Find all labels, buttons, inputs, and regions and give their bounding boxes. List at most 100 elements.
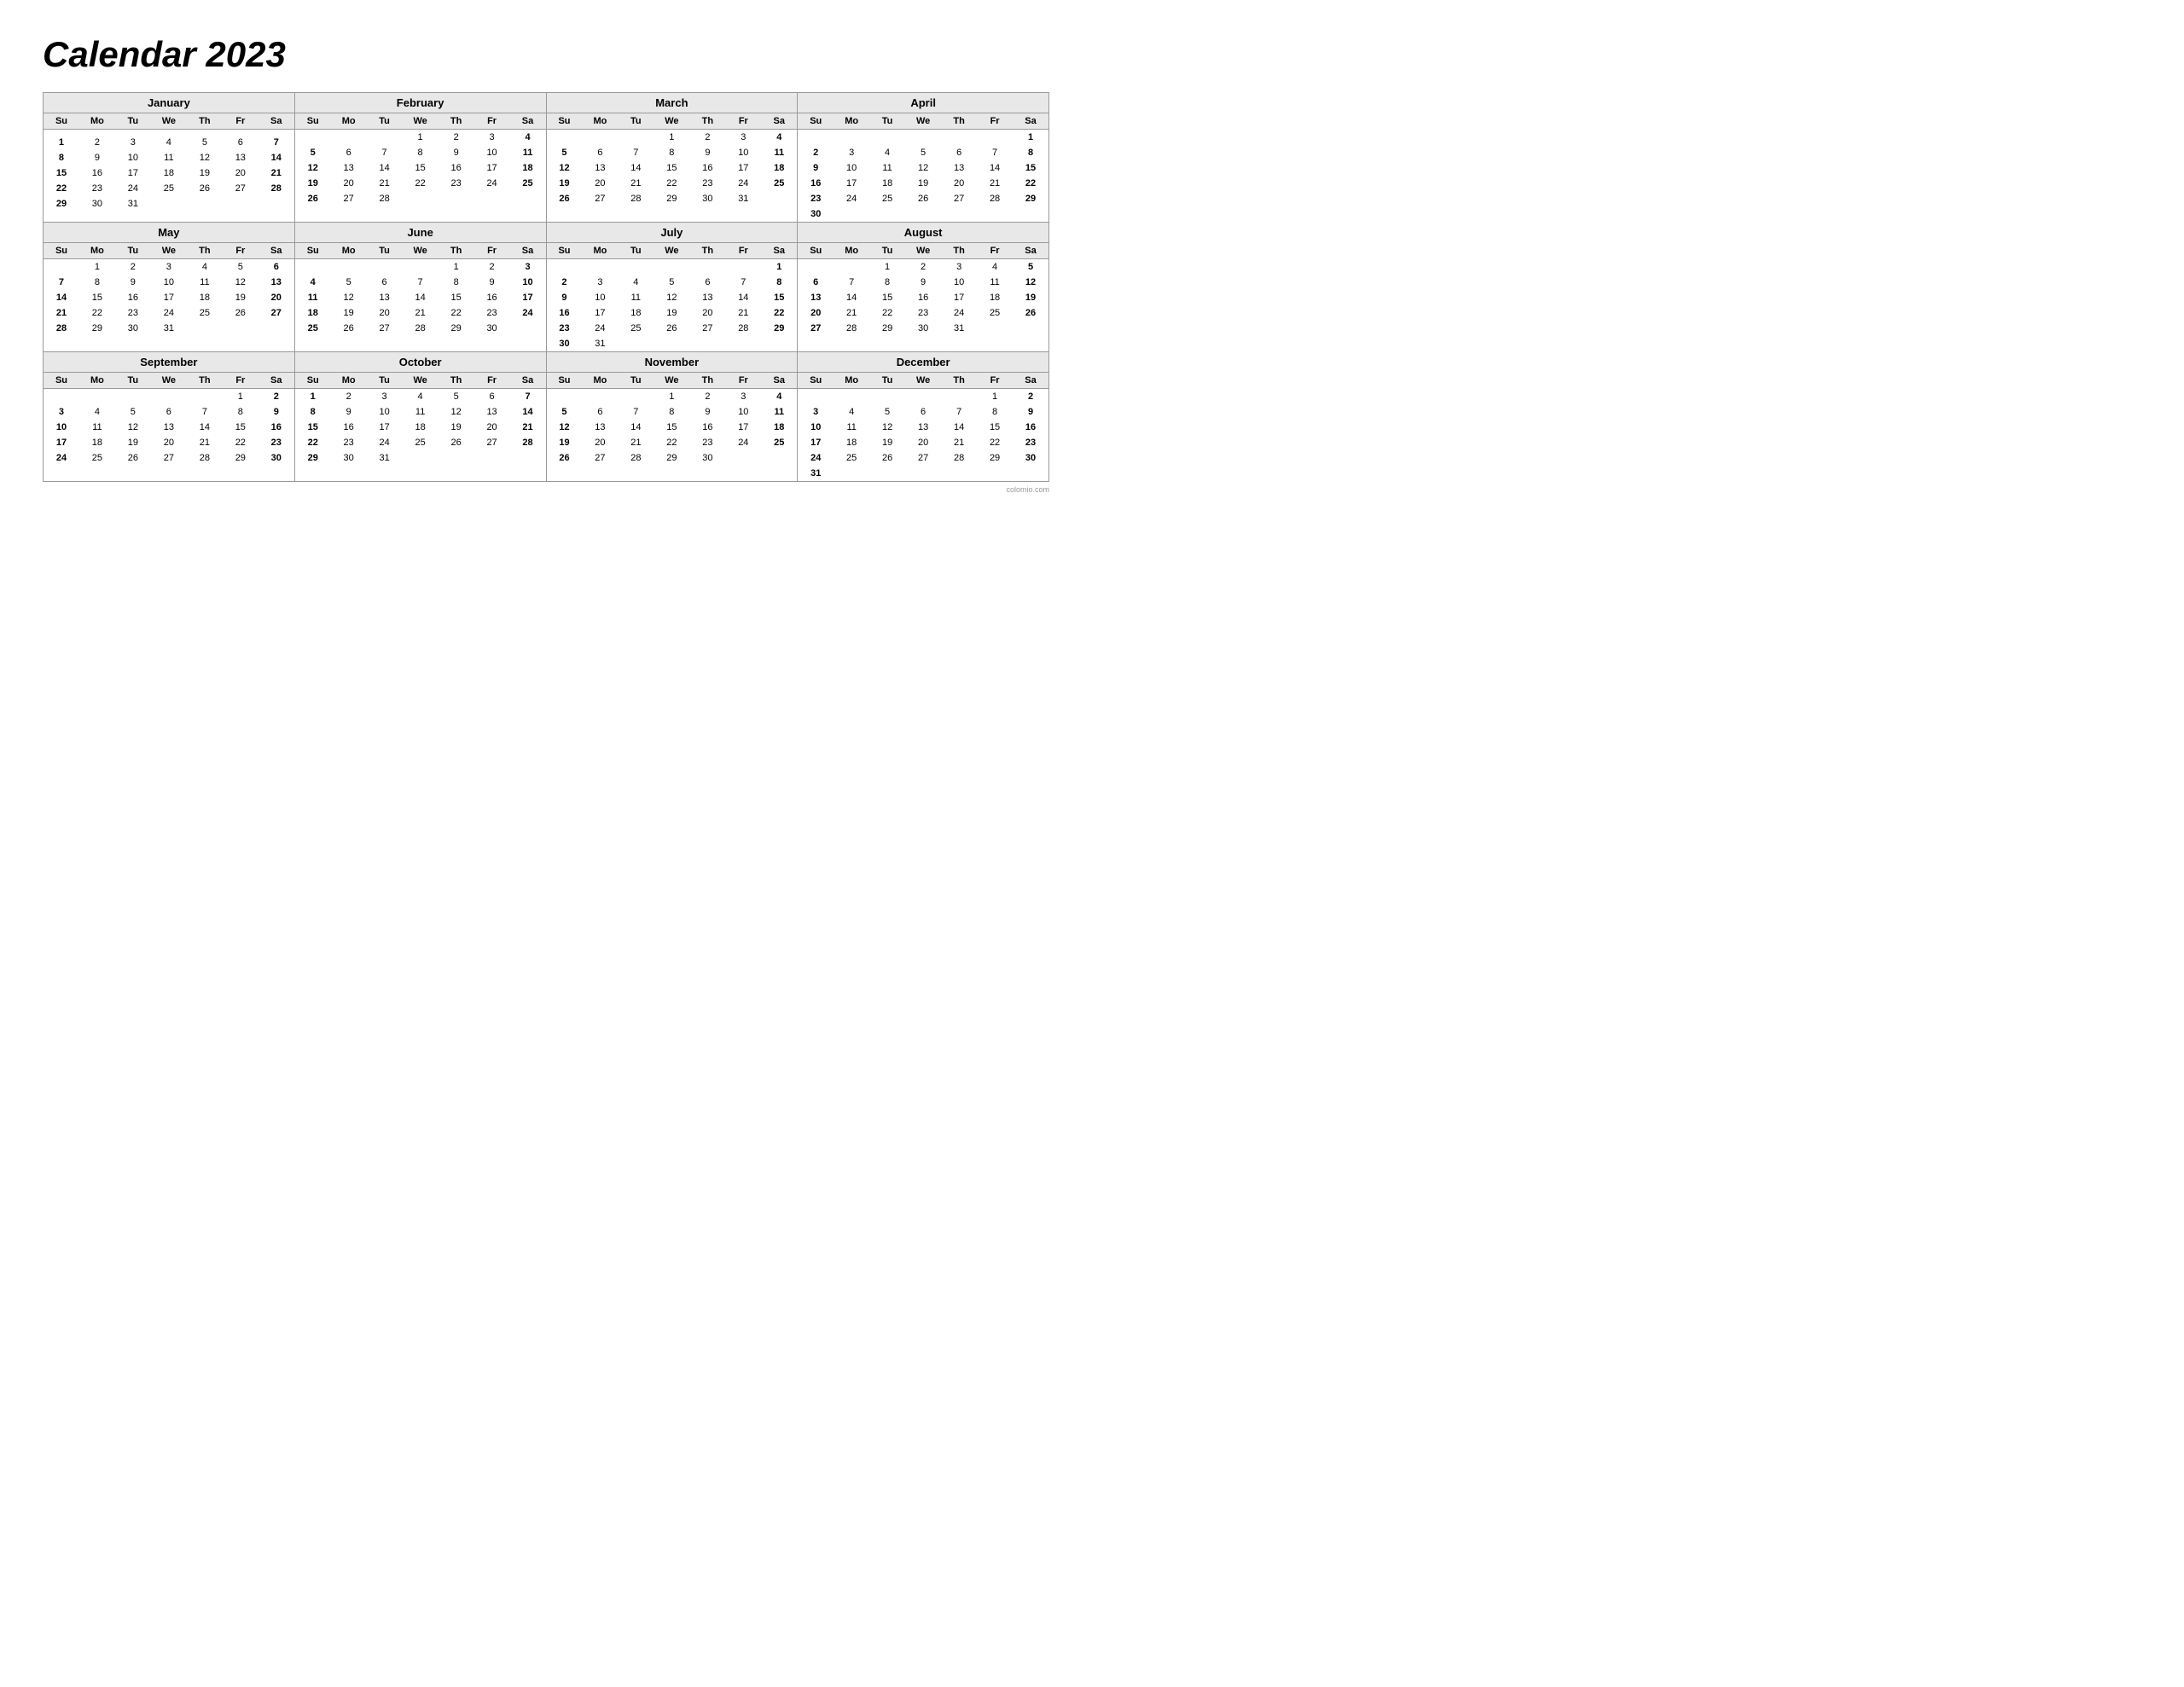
calendar-day: 28: [258, 181, 294, 196]
month-table-march: SuMoTuWeThFrSa12345678910111213141516171…: [547, 113, 798, 206]
calendar-day: 22: [223, 435, 258, 450]
calendar-day: 20: [474, 420, 510, 435]
calendar-day: 24: [725, 435, 761, 450]
calendar-day: [295, 259, 331, 275]
calendar-day: 14: [403, 290, 439, 305]
calendar-day: 23: [1013, 435, 1048, 450]
calendar-day: 25: [761, 176, 797, 191]
calendar-day: 13: [258, 275, 294, 290]
day-header-fr: Fr: [474, 243, 510, 259]
calendar-day: 26: [905, 191, 941, 206]
calendar-day: 12: [223, 275, 258, 290]
calendar-day: [403, 450, 439, 466]
day-header-tu: Tu: [618, 373, 653, 389]
calendar-day: 28: [44, 321, 79, 336]
calendar-day: 19: [115, 435, 151, 450]
calendar-day: 8: [653, 404, 689, 420]
calendar-day: [582, 259, 618, 275]
calendar-day: 15: [44, 165, 79, 181]
month-table-july: SuMoTuWeThFrSa12345678910111213141516171…: [547, 243, 798, 351]
calendar-day: 2: [258, 389, 294, 405]
calendar-day: 10: [941, 275, 977, 290]
calendar-day: 26: [223, 305, 258, 321]
calendar-day: 15: [439, 290, 474, 305]
day-header-tu: Tu: [367, 373, 403, 389]
calendar-day: 26: [869, 450, 905, 466]
calendar-day: 1: [439, 259, 474, 275]
calendar-day: 15: [653, 420, 689, 435]
calendar-day: [725, 336, 761, 351]
day-header-sa: Sa: [510, 373, 546, 389]
calendar-day: 3: [582, 275, 618, 290]
calendar-day: 29: [79, 321, 115, 336]
day-header-th: Th: [187, 243, 223, 259]
calendar-day: [547, 259, 583, 275]
calendar-day: 30: [798, 206, 834, 222]
calendar-day: 4: [403, 389, 439, 405]
day-header-tu: Tu: [115, 373, 151, 389]
day-header-su: Su: [44, 243, 79, 259]
calendar-day: 15: [869, 290, 905, 305]
calendar-day: 1: [44, 135, 79, 150]
calendar-day: 27: [941, 191, 977, 206]
calendar-day: 30: [905, 321, 941, 336]
calendar-day: 9: [115, 275, 151, 290]
calendar-day: 25: [834, 450, 869, 466]
calendar-day: 16: [331, 420, 367, 435]
day-header-sa: Sa: [510, 243, 546, 259]
calendar-day: 1: [761, 259, 797, 275]
day-header-mo: Mo: [79, 243, 115, 259]
day-header-su: Su: [547, 243, 583, 259]
calendar-day: 14: [44, 290, 79, 305]
calendar-day: 11: [834, 420, 869, 435]
calendar-day: 3: [798, 404, 834, 420]
day-header-su: Su: [798, 373, 834, 389]
month-block-october: OctoberSuMoTuWeThFrSa1234567891011121314…: [295, 352, 547, 482]
calendar-day: 24: [151, 305, 187, 321]
calendar-day: 4: [151, 135, 187, 150]
calendar-day: 14: [941, 420, 977, 435]
calendar-day: 18: [834, 435, 869, 450]
day-header-tu: Tu: [115, 113, 151, 130]
calendar-day: 22: [761, 305, 797, 321]
calendar-day: 3: [115, 135, 151, 150]
calendar-day: 16: [905, 290, 941, 305]
calendar-day: 30: [258, 450, 294, 466]
calendar-day: 16: [79, 165, 115, 181]
calendar-day: 2: [1013, 389, 1048, 405]
calendar-day: 7: [834, 275, 869, 290]
month-title-december: December: [798, 352, 1048, 373]
day-header-mo: Mo: [331, 113, 367, 130]
calendar-day: 2: [547, 275, 583, 290]
calendar-day: 1: [223, 389, 258, 405]
calendar-day: 25: [79, 450, 115, 466]
calendar-day: 23: [115, 305, 151, 321]
calendar-day: 10: [510, 275, 546, 290]
calendar-day: 23: [689, 176, 725, 191]
calendar-day: [510, 450, 546, 466]
calendar-day: 13: [151, 420, 187, 435]
calendar-day: 16: [115, 290, 151, 305]
calendar-day: 13: [367, 290, 403, 305]
calendar-day: 19: [439, 420, 474, 435]
calendar-day: 2: [331, 389, 367, 405]
day-header-th: Th: [439, 373, 474, 389]
calendar-day: [187, 321, 223, 336]
calendar-day: 9: [258, 404, 294, 420]
calendar-day: 27: [151, 450, 187, 466]
month-title-october: October: [295, 352, 546, 373]
calendar-day: 31: [941, 321, 977, 336]
calendar-day: 20: [367, 305, 403, 321]
calendar-day: 22: [295, 435, 331, 450]
calendar-day: [869, 130, 905, 146]
calendar-day: 4: [977, 259, 1013, 275]
calendar-day: 4: [295, 275, 331, 290]
calendar-day: [547, 389, 583, 405]
day-header-th: Th: [187, 113, 223, 130]
calendar-day: [941, 206, 977, 222]
calendar-day: [761, 336, 797, 351]
calendar-day: [798, 389, 834, 405]
day-header-su: Su: [295, 243, 331, 259]
calendar-day: 10: [725, 404, 761, 420]
calendar-day: 20: [798, 305, 834, 321]
